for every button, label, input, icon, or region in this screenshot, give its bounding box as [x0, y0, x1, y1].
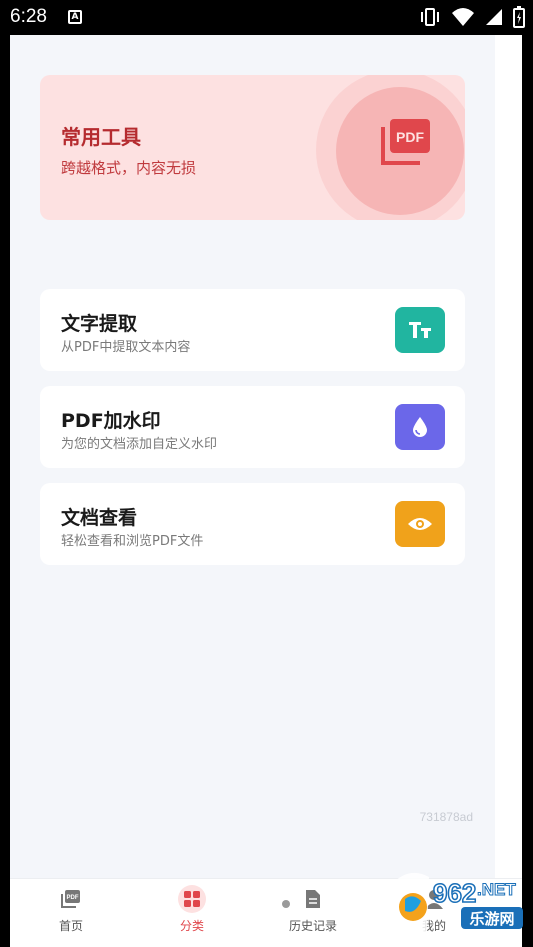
- app-screen: 常用工具 跨越格式，内容无损 PDF 文字提取 从PDF中提取文本内容 PDF加…: [10, 35, 522, 947]
- nav-home-label: 首页: [58, 919, 83, 933]
- banner-title: 常用工具: [61, 125, 141, 149]
- pdf-icon-text: PDF: [396, 129, 424, 145]
- tool-desc: 为您的文档添加自定义水印: [61, 437, 218, 452]
- watermark-site-name: 乐游网: [469, 910, 514, 928]
- pdf-icon: PDF: [381, 119, 430, 165]
- watermark-number: 962: [433, 878, 476, 908]
- water-drop-icon: [395, 404, 445, 450]
- tool-desc: 轻松查看和浏览PDF文件: [61, 534, 204, 549]
- water-drop-glyph: [413, 417, 427, 437]
- banner-subtitle: 跨越格式，内容无损: [61, 159, 197, 177]
- eye-glyph: [408, 518, 432, 530]
- status-time: 6:28: [10, 6, 47, 27]
- signal-icon: [486, 9, 502, 25]
- common-tools-banner[interactable]: 常用工具 跨越格式，内容无损 PDF: [40, 75, 465, 220]
- notification-icon: A: [68, 10, 82, 24]
- grid-icon: [178, 885, 206, 913]
- version-label: 731878ad: [419, 810, 473, 824]
- nav-home[interactable]: PDF 首页: [26, 887, 116, 934]
- tool-card-doc-viewer[interactable]: 文档查看 轻松查看和浏览PDF文件: [40, 483, 465, 565]
- nav-history-label: 历史记录: [288, 919, 337, 933]
- nav-history[interactable]: 历史记录: [268, 887, 358, 934]
- watermark-net: .NET: [477, 880, 516, 899]
- site-watermark-logo: 962 .NET 乐游网: [395, 872, 523, 935]
- eye-icon: [395, 501, 445, 547]
- tool-desc: 从PDF中提取文本内容: [61, 340, 191, 355]
- main-content: 常用工具 跨越格式，内容无损 PDF 文字提取 从PDF中提取文本内容 PDF加…: [10, 35, 495, 878]
- battery-icon: [513, 6, 525, 28]
- text-icon-glyph: [409, 322, 431, 338]
- wifi-icon: [452, 8, 474, 26]
- text-icon: [395, 307, 445, 353]
- status-bar: 6:28 A: [0, 0, 533, 35]
- vibrate-icon: [421, 8, 439, 26]
- svg-text:PDF: PDF: [67, 895, 79, 901]
- tool-title: 文档查看: [61, 507, 138, 529]
- tool-title: 文字提取: [61, 313, 138, 335]
- tool-card-watermark[interactable]: PDF加水印 为您的文档添加自定义水印: [40, 386, 465, 468]
- pdf-stack-icon: PDF: [59, 887, 83, 911]
- tool-title: PDF加水印: [61, 410, 161, 432]
- status-icons: [419, 6, 525, 28]
- tool-card-text-extract[interactable]: 文字提取 从PDF中提取文本内容: [40, 289, 465, 371]
- nav-category-label: 分类: [179, 919, 204, 933]
- nav-category[interactable]: 分类: [147, 885, 237, 934]
- document-icon: [301, 887, 325, 911]
